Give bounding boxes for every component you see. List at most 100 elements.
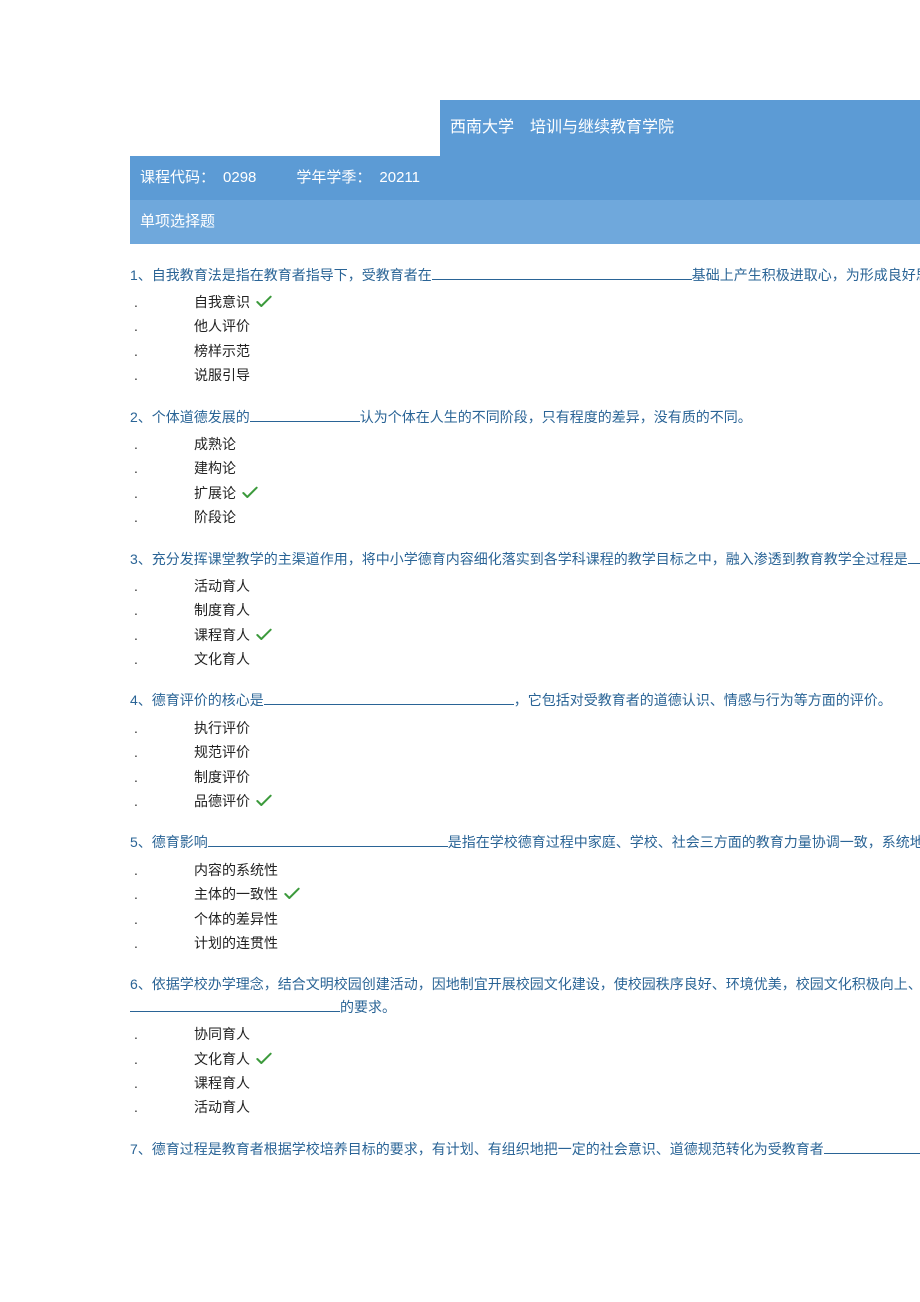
options-list: . 自我意识 . 他人评价 . 榜样示范 . 说服引导: [130, 290, 920, 388]
option-text: 执行评价: [194, 717, 250, 739]
option-text: 他人评价: [194, 315, 250, 337]
option-bullet: .: [130, 291, 194, 313]
option-row[interactable]: . 成熟论: [130, 432, 920, 456]
option-text: 个体的差异性: [194, 908, 278, 930]
option-text: 课程育人: [194, 624, 250, 646]
option-row[interactable]: . 文化育人: [130, 1047, 920, 1071]
question-stem: 5、德育影响 是指在学校德育过程中家庭、学校、社会三方面的教育力量协调一致，系统地…: [130, 831, 920, 853]
option-bullet: .: [130, 1048, 194, 1070]
option-row[interactable]: . 制度评价: [130, 765, 920, 789]
option-text: 制度评价: [194, 766, 250, 788]
course-info-row: 课程代码： 0298 学年学季： 20211: [130, 156, 920, 200]
option-row[interactable]: . 文化育人: [130, 647, 920, 671]
question-blank: [208, 832, 448, 847]
question-number: 5、: [130, 834, 152, 850]
question-pre: 充分发挥课堂教学的主渠道作用，将中小学德育内容细化落实到各学科课程的教学目标之中…: [152, 551, 908, 567]
question-blank: [824, 1139, 920, 1154]
option-text: 主体的一致性: [194, 883, 278, 905]
option-text: 榜样示范: [194, 340, 250, 362]
question-stem: 6、依据学校办学理念，结合文明校园创建活动，因地制宜开展校园文化建设，使校园秩序…: [130, 973, 920, 995]
question-block: 4、德育评价的核心是，它包括对受教育者的道德认识、情感与行为等方面的评价。 . …: [130, 689, 920, 813]
option-text: 内容的系统性: [194, 859, 278, 881]
option-row[interactable]: . 制度育人: [130, 598, 920, 622]
question-number: 4、: [130, 692, 152, 708]
option-row[interactable]: . 说服引导: [130, 363, 920, 387]
option-text: 活动育人: [194, 1096, 250, 1118]
option-row[interactable]: . 榜样示范: [130, 339, 920, 363]
question-blank: [264, 690, 514, 705]
option-row[interactable]: . 课程育人: [130, 623, 920, 647]
option-text: 品德评价: [194, 790, 250, 812]
question-number: 3、: [130, 551, 152, 567]
option-bullet: .: [130, 624, 194, 646]
option-bullet: .: [130, 482, 194, 504]
course-code-label: 课程代码：: [140, 166, 215, 190]
check-icon: [256, 628, 272, 642]
option-text: 协同育人: [194, 1023, 250, 1045]
options-list: . 活动育人 . 制度育人 . 课程育人 . 文化育人: [130, 574, 920, 672]
check-icon: [256, 295, 272, 309]
option-text: 文化育人: [194, 1048, 250, 1070]
option-row[interactable]: . 建构论: [130, 456, 920, 480]
check-icon: [284, 887, 300, 901]
question-number: 6、: [130, 976, 152, 992]
question-stem: 1、自我教育法是指在教育者指导下，受教育者在基础上产生积极进取心，为形成良好思想…: [130, 264, 920, 286]
options-list: . 内容的系统性 . 主体的一致性 . 个体的差异性 . 计划的连贯性: [130, 858, 920, 956]
option-bullet: .: [130, 599, 194, 621]
option-text: 成熟论: [194, 433, 236, 455]
section-title: 单项选择题: [140, 213, 215, 230]
option-row[interactable]: . 自我意识: [130, 290, 920, 314]
option-bullet: .: [130, 717, 194, 739]
option-row[interactable]: . 规范评价: [130, 740, 920, 764]
question-block: 3、充分发挥课堂教学的主渠道作用，将中小学德育内容细化落实到各学科课程的教学目标…: [130, 548, 920, 672]
question-blank: [432, 265, 692, 280]
option-bullet: .: [130, 1023, 194, 1045]
option-row[interactable]: . 他人评价: [130, 314, 920, 338]
option-row[interactable]: . 阶段论: [130, 505, 920, 529]
option-row[interactable]: . 个体的差异性: [130, 907, 920, 931]
question-block: 7、德育过程是教育者根据学校培养目标的要求，有计划、有组织地把一定的社会意识、道…: [130, 1138, 920, 1160]
option-row[interactable]: . 执行评价: [130, 716, 920, 740]
option-text: 扩展论: [194, 482, 236, 504]
option-row[interactable]: . 活动育人: [130, 1095, 920, 1119]
option-row[interactable]: . 协同育人: [130, 1022, 920, 1046]
option-text: 活动育人: [194, 575, 250, 597]
question-block: 2、个体道德发展的认为个体在人生的不同阶段，只有程度的差异，没有质的不同。 . …: [130, 406, 920, 530]
question-pre: 德育评价的核心是: [152, 692, 264, 708]
option-row[interactable]: . 计划的连贯性: [130, 931, 920, 955]
question-number: 7、: [130, 1141, 152, 1157]
option-bullet: .: [130, 1072, 194, 1094]
options-list: . 执行评价 . 规范评价 . 制度评价 . 品德评价: [130, 716, 920, 814]
institution-header: 西南大学 培训与继续教育学院: [440, 100, 920, 156]
question-stem-line2: 的要求。: [130, 996, 920, 1018]
option-bullet: .: [130, 883, 194, 905]
option-text: 计划的连贯性: [194, 932, 278, 954]
option-row[interactable]: . 内容的系统性: [130, 858, 920, 882]
option-text: 规范评价: [194, 741, 250, 763]
option-row[interactable]: . 品德评价: [130, 789, 920, 813]
question-blank-line2: [130, 997, 340, 1012]
check-icon: [242, 486, 258, 500]
option-row[interactable]: . 主体的一致性: [130, 882, 920, 906]
question-suffix: 的要求。: [340, 999, 396, 1015]
question-pre: 德育影响: [152, 834, 208, 850]
option-text: 制度育人: [194, 599, 250, 621]
option-bullet: .: [130, 766, 194, 788]
question-post: 是指在学校德育过程中家庭、学校、社会三方面的教育力量协调一致，系统地发: [448, 834, 920, 850]
option-row[interactable]: . 扩展论: [130, 481, 920, 505]
question-pre: 自我教育法是指在教育者指导下，受教育者在: [152, 267, 432, 283]
option-bullet: .: [130, 506, 194, 528]
option-bullet: .: [130, 433, 194, 455]
option-text: 阶段论: [194, 506, 236, 528]
check-icon: [256, 1052, 272, 1066]
question-block: 5、德育影响 是指在学校德育过程中家庭、学校、社会三方面的教育力量协调一致，系统地…: [130, 831, 920, 955]
question-stem: 7、德育过程是教育者根据学校培养目标的要求，有计划、有组织地把一定的社会意识、道…: [130, 1138, 920, 1160]
option-bullet: .: [130, 340, 194, 362]
option-row[interactable]: . 课程育人: [130, 1071, 920, 1095]
option-bullet: .: [130, 790, 194, 812]
option-text: 文化育人: [194, 648, 250, 670]
option-bullet: .: [130, 575, 194, 597]
option-row[interactable]: . 活动育人: [130, 574, 920, 598]
question-pre: 个体道德发展的: [152, 409, 250, 425]
option-bullet: .: [130, 457, 194, 479]
